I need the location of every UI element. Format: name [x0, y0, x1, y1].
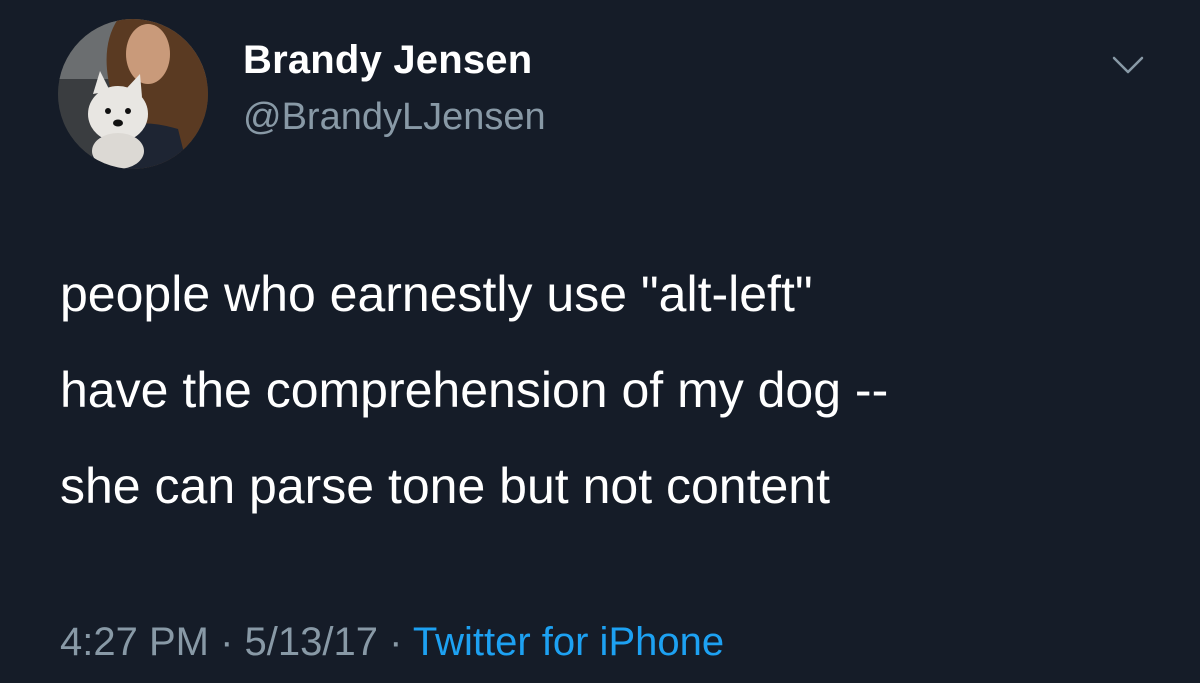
meta-separator: ·	[389, 620, 403, 664]
avatar-photo-icon	[58, 19, 208, 169]
tweet-date[interactable]: 5/13/17	[245, 620, 378, 664]
tweet-text-line: have the comprehension of my dog --	[60, 362, 889, 418]
tweet-time[interactable]: 4:27 PM	[60, 620, 209, 664]
tweet-text-line: she can parse tone but not content	[60, 458, 830, 514]
meta-separator: ·	[220, 620, 234, 664]
user-handle[interactable]: @BrandyLJensen	[243, 96, 546, 139]
avatar[interactable]	[58, 19, 208, 169]
tweet-card: Brandy Jensen @BrandyLJensen people who …	[0, 0, 1200, 683]
chevron-down-icon[interactable]	[1108, 50, 1148, 80]
tweet-source-link[interactable]: Twitter for iPhone	[413, 620, 724, 664]
display-name[interactable]: Brandy Jensen	[243, 38, 532, 83]
tweet-meta: 4:27 PM · 5/13/17 · Twitter for iPhone	[60, 620, 724, 665]
tweet-text-line: people who earnestly use "alt-left"	[60, 266, 813, 322]
tweet-text: people who earnestly use "alt-left" have…	[60, 246, 1160, 534]
